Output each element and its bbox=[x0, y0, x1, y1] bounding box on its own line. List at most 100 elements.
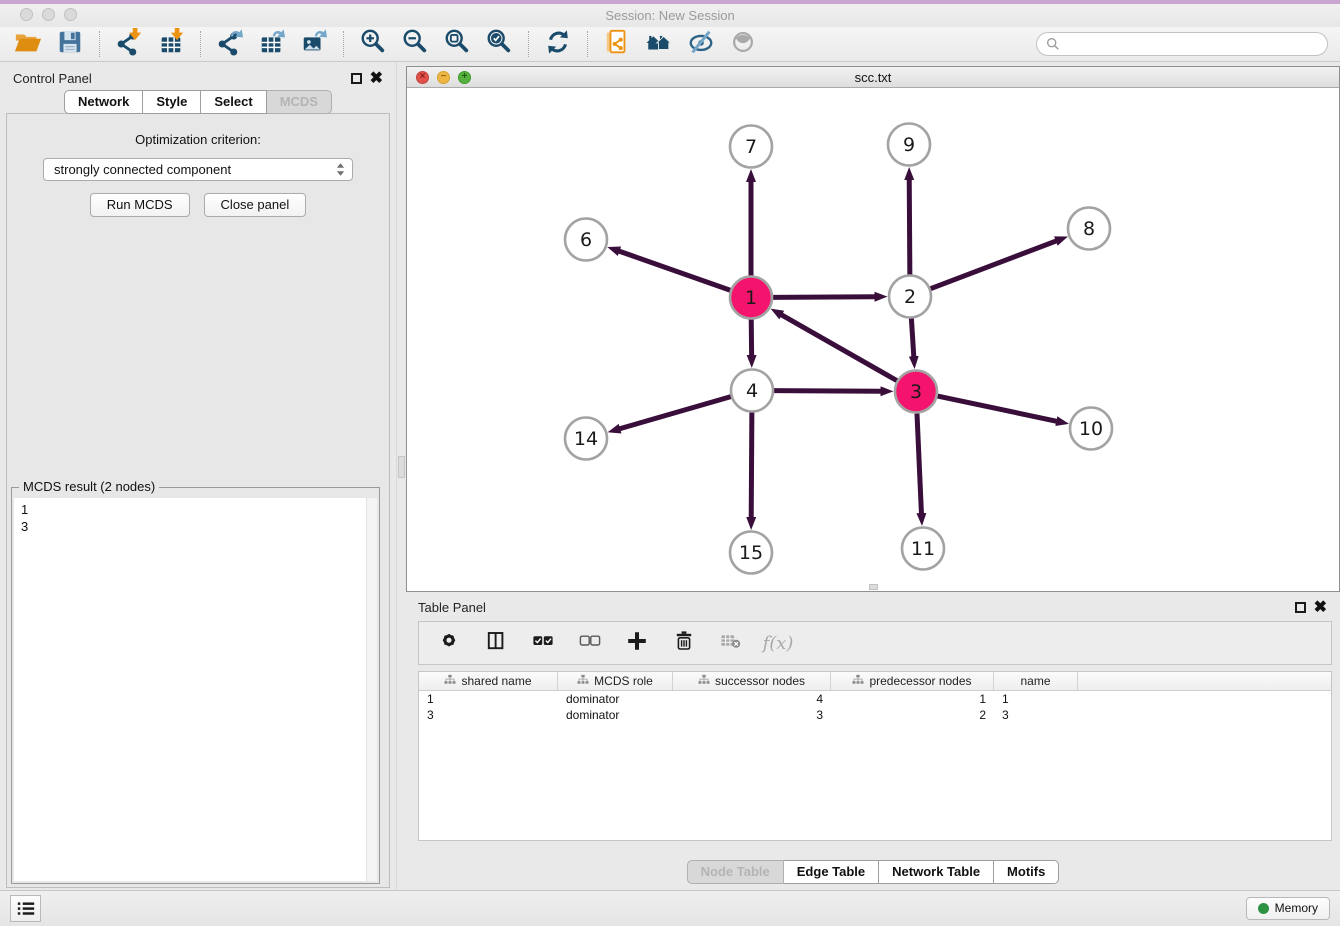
edge-4-to-15[interactable] bbox=[751, 412, 752, 517]
close-window-button[interactable] bbox=[20, 8, 33, 21]
table-tab-motifs[interactable]: Motifs bbox=[994, 860, 1059, 884]
task-history-button[interactable] bbox=[10, 895, 41, 922]
table-cell[interactable]: 3 bbox=[673, 708, 831, 722]
table-tabs: Node TableEdge TableNetwork TableMotifs bbox=[406, 860, 1340, 884]
graph-node-9[interactable]: 9 bbox=[888, 124, 930, 166]
import-network-button[interactable] bbox=[113, 28, 145, 60]
table-x-icon bbox=[719, 629, 743, 658]
table-cell[interactable]: 4 bbox=[673, 692, 831, 706]
split-divider-vertical[interactable] bbox=[396, 62, 406, 890]
table-cell[interactable]: 1 bbox=[831, 692, 994, 706]
graph-node-3[interactable]: 3 bbox=[895, 371, 937, 413]
minimize-window-button[interactable] bbox=[42, 8, 55, 21]
refresh-button[interactable] bbox=[542, 28, 574, 60]
table-tab-network-table[interactable]: Network Table bbox=[879, 860, 994, 884]
toolbar-separator bbox=[587, 31, 588, 57]
add-column-button[interactable] bbox=[624, 630, 650, 656]
float-table-panel-icon[interactable] bbox=[1295, 602, 1306, 613]
memory-label: Memory bbox=[1275, 901, 1318, 915]
mcds-result-text[interactable]: 1 3 bbox=[14, 498, 377, 881]
close-panel-button[interactable]: Close panel bbox=[204, 193, 307, 217]
zoom-out-button[interactable] bbox=[399, 28, 431, 60]
edge-3-to-1[interactable] bbox=[781, 315, 896, 381]
table-settings-button[interactable] bbox=[436, 630, 462, 656]
export-network-button[interactable] bbox=[214, 28, 246, 60]
table-cell[interactable]: 2 bbox=[831, 708, 994, 722]
tab-network[interactable]: Network bbox=[64, 90, 143, 114]
result-scrollbar[interactable] bbox=[366, 498, 377, 881]
edge-3-to-11[interactable] bbox=[917, 413, 921, 513]
edge-1-to-2[interactable] bbox=[773, 297, 875, 298]
home-view-button[interactable] bbox=[643, 28, 675, 60]
search-input[interactable] bbox=[1065, 37, 1318, 52]
table-cell[interactable]: dominator bbox=[558, 708, 673, 722]
import-table-button[interactable] bbox=[155, 28, 187, 60]
column-header-successor-nodes[interactable]: successor nodes bbox=[673, 672, 831, 690]
run-mcds-button[interactable]: Run MCDS bbox=[90, 193, 190, 217]
search-box[interactable] bbox=[1036, 32, 1328, 56]
edge-4-to-3[interactable] bbox=[774, 391, 881, 392]
network-document-button[interactable] bbox=[601, 28, 633, 60]
float-panel-icon[interactable] bbox=[351, 73, 362, 84]
save-session-button[interactable] bbox=[54, 28, 86, 60]
graph-node-4[interactable]: 4 bbox=[731, 370, 773, 412]
table-cell[interactable]: 3 bbox=[994, 708, 1078, 722]
canvas-resize-grip[interactable] bbox=[869, 584, 878, 590]
zoom-selected-button[interactable] bbox=[483, 28, 515, 60]
table-row[interactable]: 1dominator411 bbox=[419, 691, 1331, 707]
network-canvas[interactable]: 7 9 6 8 1 2 4 3 14 10 15 11 bbox=[407, 88, 1339, 591]
graph-node-10[interactable]: 10 bbox=[1070, 408, 1112, 450]
hide-details-button[interactable] bbox=[685, 28, 717, 60]
table-row[interactable]: 3dominator323 bbox=[419, 707, 1331, 723]
graph-node-8[interactable]: 8 bbox=[1068, 208, 1110, 250]
column-header-predecessor-nodes[interactable]: predecessor nodes bbox=[831, 672, 994, 690]
graph-node-15[interactable]: 15 bbox=[730, 532, 772, 574]
export-table-button[interactable] bbox=[256, 28, 288, 60]
frame-close-button[interactable]: × bbox=[416, 71, 429, 84]
edge-1-to-6[interactable] bbox=[619, 251, 730, 290]
split-grip-icon[interactable] bbox=[398, 456, 405, 478]
edge-2-to-9[interactable] bbox=[909, 179, 910, 274]
graph-node-2[interactable]: 2 bbox=[889, 276, 931, 318]
table-cell[interactable]: dominator bbox=[558, 692, 673, 706]
table-tab-node-table[interactable]: Node Table bbox=[687, 860, 784, 884]
frame-maximize-button[interactable]: + bbox=[458, 71, 471, 84]
column-header-name[interactable]: name bbox=[994, 672, 1078, 690]
birds-eye-view-button[interactable] bbox=[727, 28, 759, 60]
close-panel-icon[interactable]: ✖ bbox=[370, 73, 383, 84]
edge-2-to-8[interactable] bbox=[931, 241, 1057, 289]
zoom-in-button[interactable] bbox=[357, 28, 389, 60]
criterion-dropdown[interactable]: strongly connected component bbox=[43, 158, 353, 181]
delete-column-button[interactable] bbox=[671, 630, 697, 656]
deselect-all-button[interactable] bbox=[577, 630, 603, 656]
tab-select[interactable]: Select bbox=[201, 90, 266, 114]
tab-style[interactable]: Style bbox=[143, 90, 201, 114]
network-frame-titlebar[interactable]: scc.txt × − + bbox=[407, 67, 1339, 88]
show-columns-button[interactable] bbox=[483, 630, 509, 656]
column-header-MCDS-role[interactable]: MCDS role bbox=[558, 672, 673, 690]
graph-node-7[interactable]: 7 bbox=[730, 126, 772, 168]
table-cell[interactable]: 1 bbox=[994, 692, 1078, 706]
graph-node-11[interactable]: 11 bbox=[902, 528, 944, 570]
node-table[interactable]: shared nameMCDS rolesuccessor nodesprede… bbox=[418, 671, 1332, 841]
select-all-button[interactable] bbox=[530, 630, 556, 656]
table-cell[interactable]: 1 bbox=[419, 692, 558, 706]
export-image-button[interactable] bbox=[298, 28, 330, 60]
graph-node-1[interactable]: 1 bbox=[730, 277, 772, 319]
zoom-window-button[interactable] bbox=[64, 8, 77, 21]
frame-minimize-button[interactable]: − bbox=[437, 71, 450, 84]
memory-button[interactable]: Memory bbox=[1246, 897, 1330, 920]
column-header-shared-name[interactable]: shared name bbox=[419, 672, 558, 690]
graph-node-6[interactable]: 6 bbox=[565, 219, 607, 261]
table-cell[interactable]: 3 bbox=[419, 708, 558, 722]
tab-mcds[interactable]: MCDS bbox=[267, 90, 332, 114]
graph-node-14[interactable]: 14 bbox=[565, 418, 607, 460]
close-table-panel-icon[interactable]: ✖ bbox=[1314, 602, 1327, 613]
edge-2-to-3[interactable] bbox=[911, 318, 913, 356]
zoom-fit-button[interactable] bbox=[441, 28, 473, 60]
edge-3-to-10[interactable] bbox=[938, 396, 1057, 421]
network-graph[interactable]: 7 9 6 8 1 2 4 3 14 10 15 11 bbox=[407, 88, 1339, 591]
edge-4-to-14[interactable] bbox=[620, 397, 731, 429]
table-tab-edge-table[interactable]: Edge Table bbox=[784, 860, 879, 884]
open-session-button[interactable] bbox=[12, 28, 44, 60]
